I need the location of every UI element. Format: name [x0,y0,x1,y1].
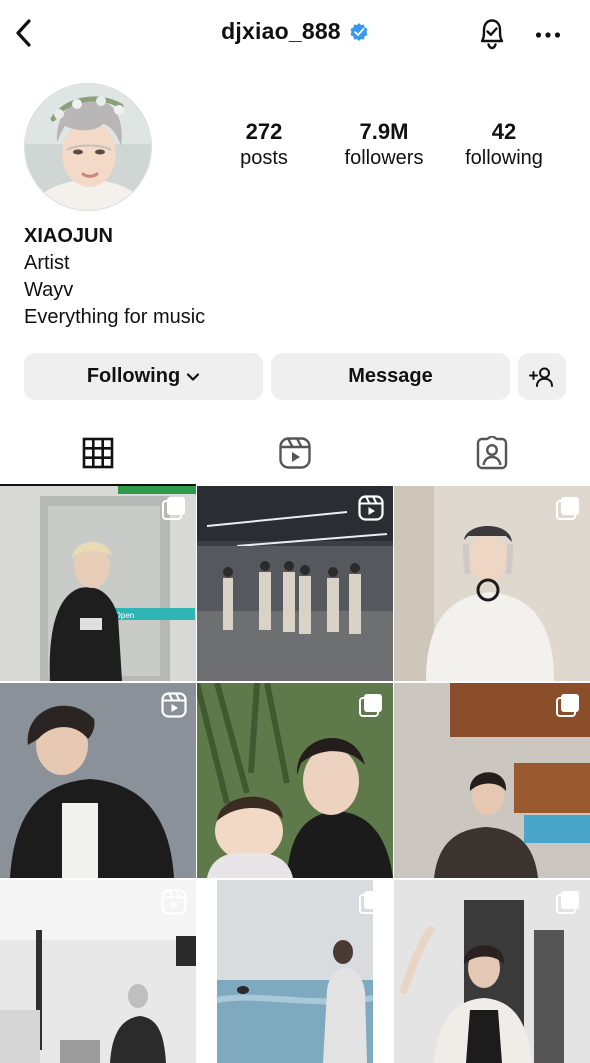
profile-bio: XIAOJUN Artist Wayv Everything for music [24,223,205,331]
suggested-accounts-button[interactable] [518,353,566,400]
post-thumbnail[interactable]: To Open [0,486,196,681]
add-user-icon [529,367,553,387]
carousel-icon [556,694,579,717]
post-thumbnail[interactable] [0,880,196,1063]
top-bar: djxiao_888 [0,0,590,66]
carousel-icon [556,891,579,914]
reels-icon [279,437,311,469]
notifications-bell-button[interactable] [472,14,512,54]
stat-following-number: 42 [491,119,517,144]
stat-following-label: following [465,147,543,169]
stat-followers[interactable]: 7.9M followers [324,118,444,170]
tab-posts-grid[interactable] [0,420,196,486]
stat-following[interactable]: 42 following [444,118,564,170]
more-options-button[interactable] [528,18,568,52]
stat-posts-number: 272 [245,119,283,144]
grid-icon [82,437,114,469]
carousel-icon [162,497,185,520]
carousel-icon [359,694,382,717]
bio-line: Everything for music [24,306,206,328]
carousel-icon [556,497,579,520]
profile-tabs [0,420,590,486]
post-thumbnail[interactable] [197,880,393,1063]
chevron-down-icon [187,372,200,381]
message-button[interactable]: Message [271,353,510,400]
tagged-person-icon [476,436,508,470]
stat-posts-label: posts [240,147,288,169]
stat-followers-label: followers [344,147,424,169]
username-title: djxiao_888 [221,18,341,44]
following-button[interactable]: Following [24,353,263,400]
reel-icon [358,495,384,521]
verified-badge-icon [350,22,368,41]
stat-followers-number: 7.9M [359,119,409,144]
ellipsis-icon [535,32,561,38]
post-thumbnail[interactable] [394,486,590,681]
bio-line: Wayv [24,279,74,301]
post-thumbnail[interactable] [0,683,196,878]
post-thumbnail[interactable] [394,683,590,878]
stat-posts[interactable]: 272 posts [204,118,324,170]
reel-icon [161,889,187,915]
tab-tagged[interactable] [394,420,590,486]
bell-check-icon [480,19,504,50]
profile-name: XIAOJUN [24,225,113,247]
posts-grid: To Open [0,486,590,1063]
profile-avatar[interactable] [24,83,152,211]
carousel-icon [359,891,382,914]
following-button-label: Following [86,365,181,387]
post-thumbnail[interactable] [197,486,393,681]
post-thumbnail[interactable] [197,683,393,878]
avatar-photo [25,84,151,210]
tab-reels[interactable] [197,420,393,486]
message-button-label: Message [348,365,433,387]
reel-icon [161,692,187,718]
bio-line: Artist [24,252,70,274]
post-thumbnail[interactable] [394,880,590,1063]
